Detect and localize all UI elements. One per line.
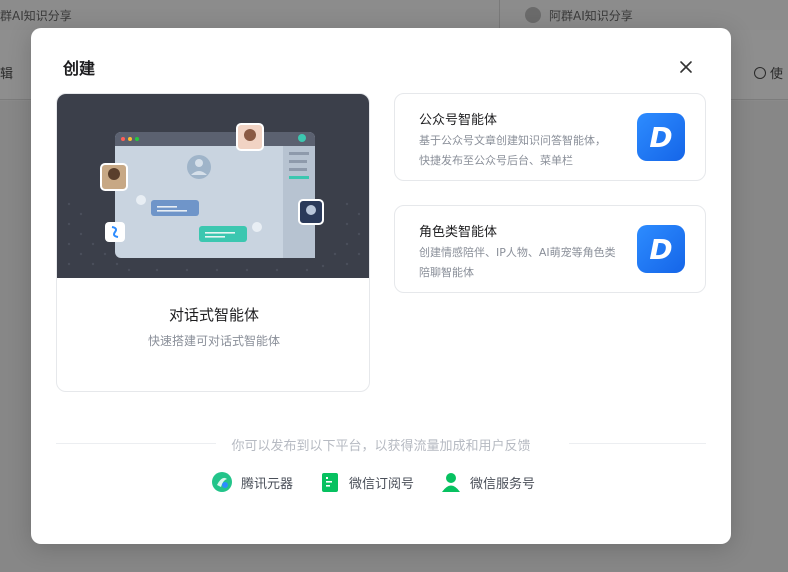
create-modal: 创建 对话式智能体 快速搭建可对话式智能体 公众号智能体 基于公众号文章创建知识… (31, 28, 731, 544)
platform-service-label: 微信服务号 (470, 476, 536, 492)
avatar (525, 7, 541, 23)
dialog-agent-title: 对话式智能体 (168, 306, 259, 324)
publish-note: 你可以发布到以下平台，以获得流量加成和用户反馈 (231, 439, 531, 454)
dialog-agent-card[interactable]: 对话式智能体 快速搭建可对话式智能体 (56, 93, 370, 392)
platform-service[interactable]: 微信服务号 (440, 471, 535, 493)
platform-list: 腾讯元器 微信订阅号 微信服务号 (211, 471, 535, 493)
close-button[interactable] (675, 56, 697, 78)
role-agent-title: 角色类智能体 (419, 225, 498, 240)
compass-icon (754, 66, 766, 79)
platform-yuanqi-label: 腾讯元器 (241, 476, 294, 492)
modal-title: 创建 (63, 59, 96, 78)
yuanqi-icon (211, 471, 233, 493)
background-tab-right: 阿群AI知识分享 (515, 0, 633, 30)
subscription-icon (319, 471, 341, 493)
official-account-agent-card[interactable]: 公众号智能体 基于公众号文章创建知识问答智能体， 快捷发布至公众号后台、菜单栏 … (394, 93, 706, 181)
dialog-agent-desc: 快速搭建可对话式智能体 (147, 334, 280, 348)
dialog-agent-illustration (57, 94, 369, 278)
service-account-icon (440, 471, 462, 493)
platform-subscription[interactable]: 微信订阅号 (319, 471, 414, 493)
official-account-agent-desc: 基于公众号文章创建知识问答智能体， 快捷发布至公众号后台、菜单栏 (419, 134, 606, 167)
close-icon (680, 61, 692, 73)
background-left-action: 辑 (0, 67, 14, 82)
official-account-agent-title: 公众号智能体 (419, 113, 498, 128)
background-right-action: 使 (754, 63, 783, 82)
role-agent-card[interactable]: 角色类智能体 创建情感陪伴、IP人物、AI萌宠等角色类陪聊智能体 D (394, 205, 706, 293)
d-logo-icon: D (637, 225, 685, 273)
platform-yuanqi[interactable]: 腾讯元器 (211, 471, 293, 493)
role-agent-desc: 创建情感陪伴、IP人物、AI萌宠等角色类陪聊智能体 (419, 246, 616, 279)
platform-subscription-label: 微信订阅号 (349, 476, 415, 492)
d-logo-icon: D (637, 113, 685, 161)
background-tab-left: 群AI知识分享 (0, 0, 500, 30)
